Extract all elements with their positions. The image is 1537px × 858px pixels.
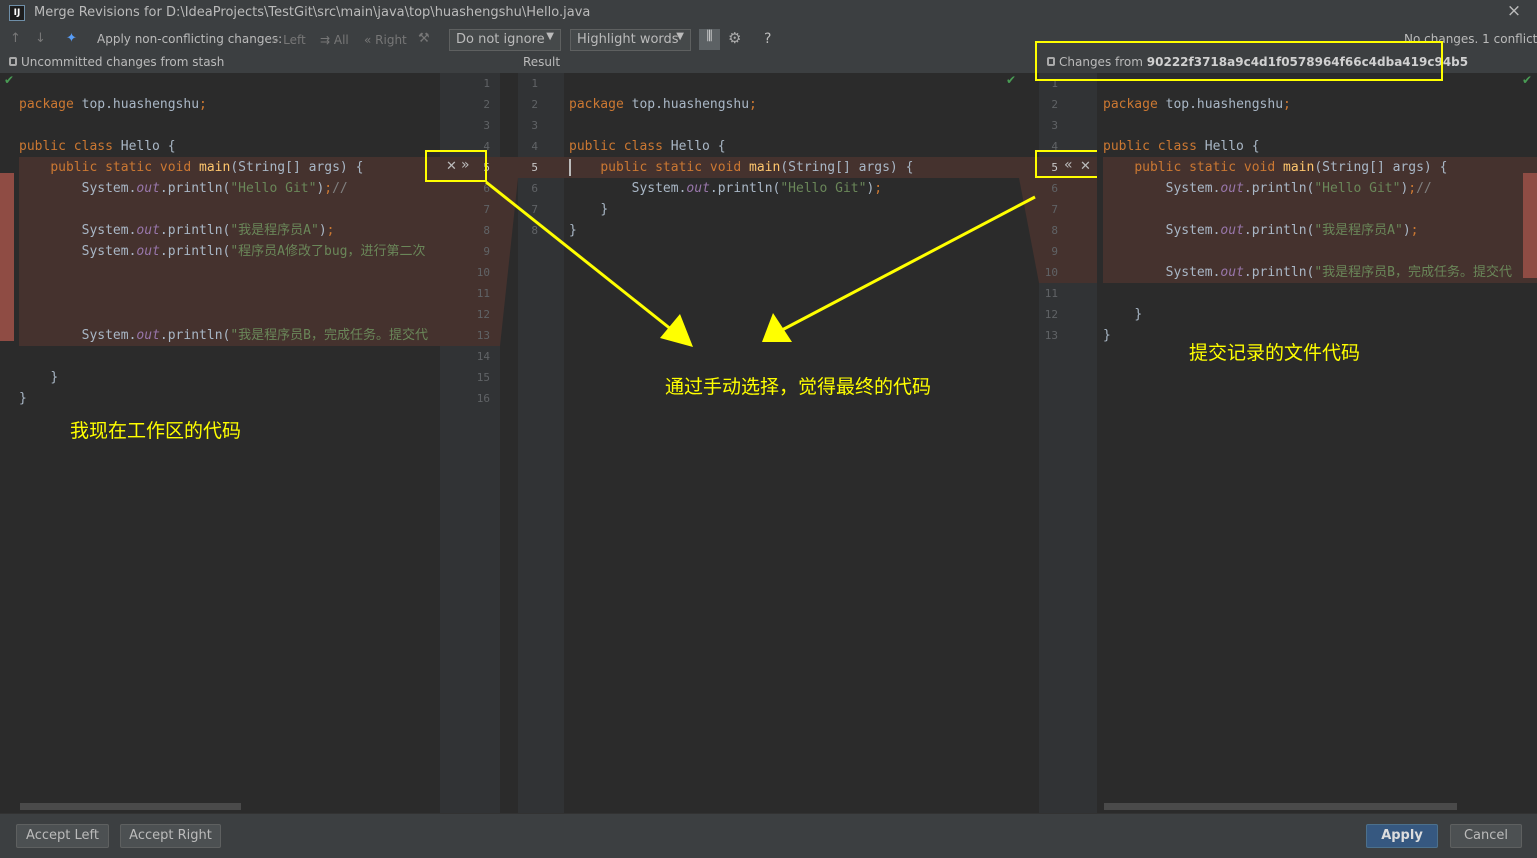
line-number: 2	[531, 98, 538, 111]
left-editor[interactable]: package top.huashengshu; public class He…	[0, 73, 440, 813]
left-merge-band	[500, 157, 518, 346]
line-number: 12	[476, 308, 490, 321]
line-number: 3	[531, 119, 538, 132]
checkmark-icon: ✔	[1006, 73, 1017, 87]
apply-change-left-icon[interactable]: «	[1064, 157, 1073, 173]
line-number: 8	[531, 224, 538, 237]
line-number: 10	[1044, 266, 1058, 279]
cancel-button[interactable]: Cancel	[1450, 824, 1522, 848]
annotation-left: 我现在工作区的代码	[70, 420, 242, 442]
line-number: 9	[483, 245, 490, 258]
right-merge-band	[1019, 157, 1039, 283]
whitespace-dropdown[interactable]: Do not ignore ▼	[449, 29, 561, 51]
intellij-icon: IJ	[9, 5, 25, 21]
highlight-dropdown[interactable]: Highlight words ▼	[570, 29, 691, 51]
left-hscrollbar[interactable]	[20, 803, 241, 810]
checkmark-icon: ✔	[4, 73, 15, 87]
line-number: 11	[1044, 287, 1058, 300]
window-title: Merge Revisions for D:\IdeaProjects\Test…	[34, 5, 591, 20]
line-number: 6	[531, 182, 538, 195]
line-number: 3	[483, 119, 490, 132]
gear-icon[interactable]: ⚙	[728, 29, 741, 47]
line-number: 2	[483, 98, 490, 111]
apply-right-button[interactable]: « Right	[364, 33, 407, 47]
line-number: 13	[1044, 329, 1058, 342]
apply-all-button[interactable]: ⇉ All	[320, 33, 349, 47]
line-number: 13	[476, 329, 490, 342]
line-number: 11	[476, 287, 490, 300]
annotation-box-header	[1035, 41, 1443, 81]
next-diff-icon[interactable]: ↓	[35, 31, 46, 46]
line-number: 1	[483, 77, 490, 90]
ignore-change-icon[interactable]: ✕	[446, 159, 457, 174]
apply-change-right-icon[interactable]: »	[461, 157, 470, 173]
chevron-down-icon: ▼	[546, 31, 554, 42]
line-number: 10	[476, 266, 490, 279]
accept-right-button[interactable]: Accept Right	[120, 824, 221, 848]
left-gutter: 1 2 3 4 5 6 7 8 9 10 11 12 13 14 15 16	[440, 73, 500, 813]
close-icon[interactable]: ×	[1504, 1, 1524, 23]
previous-diff-icon[interactable]: ↑	[10, 31, 21, 46]
line-number: 7	[531, 203, 538, 216]
chevron-down-icon: ▼	[676, 31, 684, 42]
apply-button[interactable]: Apply	[1366, 824, 1438, 848]
title-bar: IJ Merge Revisions for D:\IdeaProjects\T…	[0, 0, 1537, 26]
conflict-marker	[0, 173, 14, 341]
result-gutter: 1 2 3 4 5 6 7 8	[518, 73, 564, 813]
line-number: 15	[476, 371, 490, 384]
line-number: 1	[531, 77, 538, 90]
result-header: Result	[523, 55, 561, 69]
conflict-marker	[1523, 173, 1537, 278]
apply-left-button[interactable]: » Left	[272, 33, 306, 47]
line-number: 9	[1051, 245, 1058, 258]
right-editor[interactable]: package top.huashengshu; public class He…	[1097, 73, 1537, 813]
magic-resolve-icon[interactable]: ✦	[66, 31, 77, 46]
line-number: 6	[1051, 182, 1058, 195]
line-number: 8	[483, 224, 490, 237]
line-number: 3	[1051, 119, 1058, 132]
right-gutter: 1 2 3 4 5 6 7 8 9 10 11 12 13	[1039, 73, 1097, 813]
line-number: 16	[476, 392, 490, 405]
line-number: 7	[483, 203, 490, 216]
line-number: 2	[1051, 98, 1058, 111]
sync-scroll-icon[interactable]: ⫼	[699, 29, 720, 50]
help-icon[interactable]: ?	[764, 31, 771, 47]
apply-nonconflicting-label: Apply non-conflicting changes:	[97, 32, 283, 46]
ignore-change-icon[interactable]: ✕	[1080, 159, 1091, 174]
line-number: 14	[476, 350, 490, 363]
annotation-middle: 通过手动选择，觉得最终的代码	[665, 376, 932, 398]
lock-icon	[9, 57, 17, 66]
right-hscrollbar[interactable]	[1104, 803, 1457, 810]
wand-icon[interactable]: ⚒	[418, 31, 430, 46]
line-number: 8	[1051, 224, 1058, 237]
line-number: 4	[531, 140, 538, 153]
line-number: 12	[1044, 308, 1058, 321]
checkmark-icon: ✔	[1522, 73, 1533, 87]
annotation-right: 提交记录的文件代码	[1189, 342, 1361, 364]
accept-left-button[interactable]: Accept Left	[16, 824, 109, 848]
bottom-bar: Accept Left Accept Right Apply Cancel	[0, 813, 1537, 858]
result-editor[interactable]: package top.huashengshu; public class He…	[564, 73, 1019, 813]
line-number: 5	[531, 161, 538, 174]
line-number: 7	[1051, 203, 1058, 216]
left-header: Uncommitted changes from stash	[9, 55, 224, 69]
